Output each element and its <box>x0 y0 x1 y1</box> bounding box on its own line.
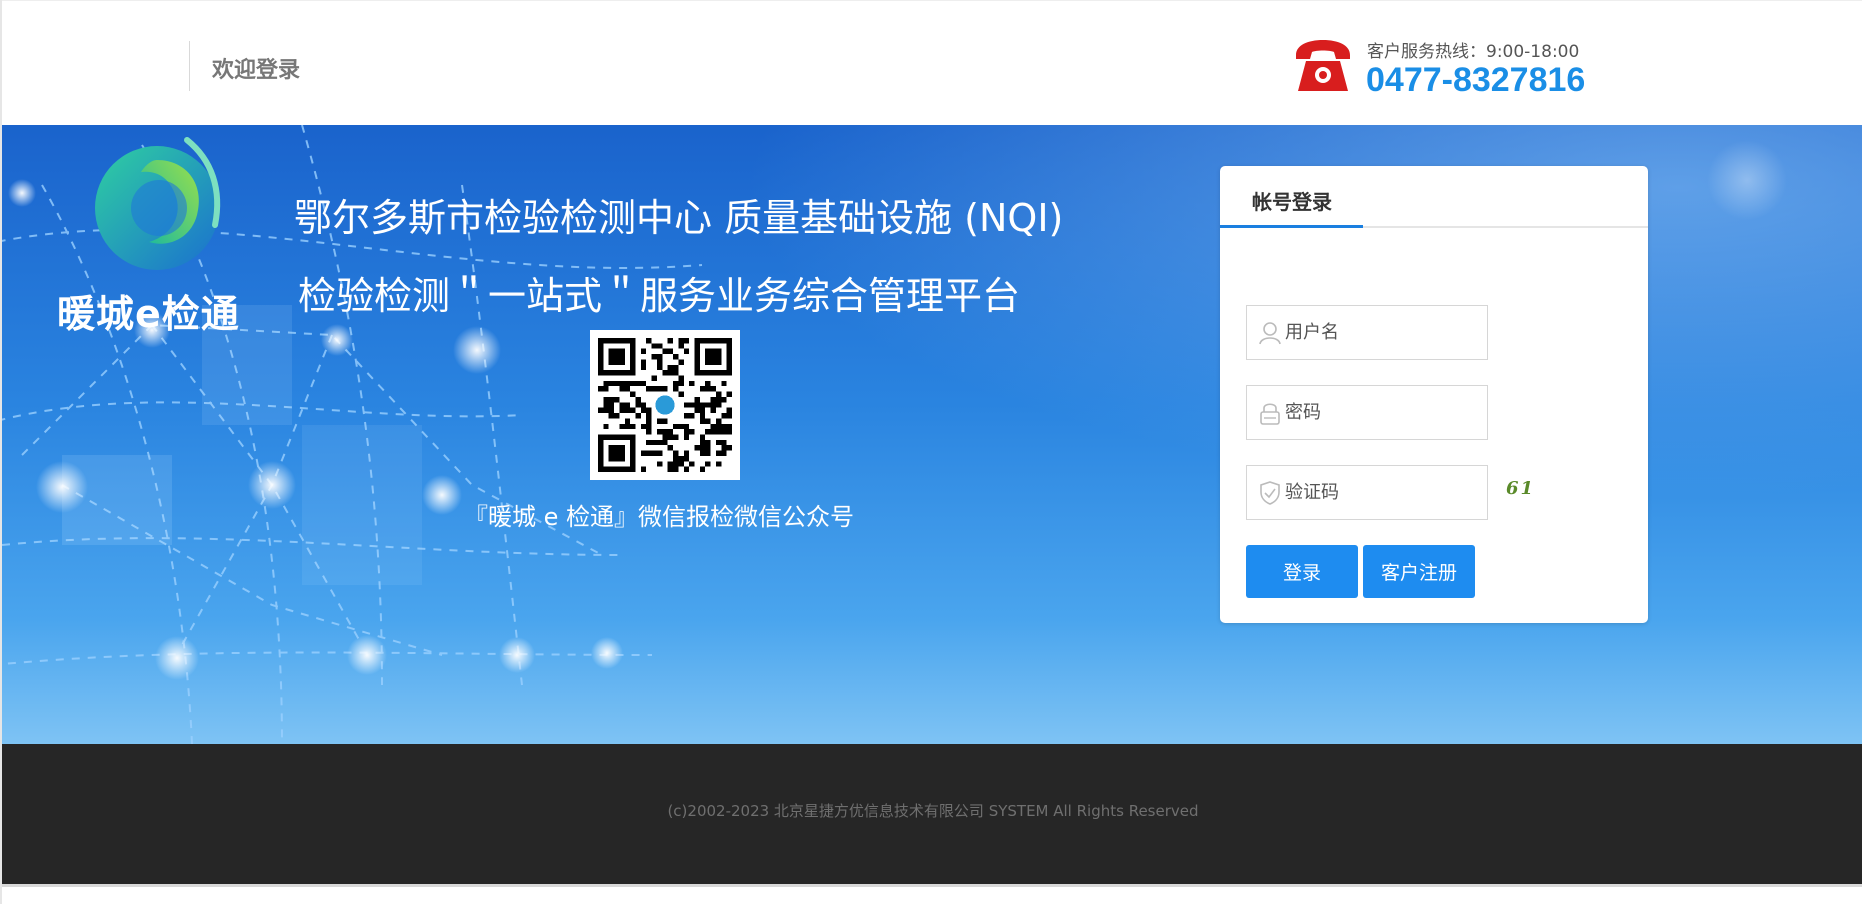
qr-code-icon <box>598 338 732 472</box>
qr-caption: 『暖城 e 检通』微信报检微信公众号 <box>464 503 855 531</box>
login-panel: 帐号登录 用户名 验证码 61 登录 客户注册 <box>1220 166 1648 623</box>
username-field <box>1246 305 1488 360</box>
captcha-field <box>1246 465 1488 520</box>
bottom-strip <box>2 884 1862 904</box>
user-icon <box>1259 322 1281 345</box>
password-field <box>1246 385 1488 440</box>
logo-swirl-icon <box>95 137 221 270</box>
login-button[interactable]: 登录 <box>1246 545 1358 598</box>
hotline-number: 0477-8327816 <box>1366 61 1586 99</box>
login-page: 欢迎登录 客户服务热线：9:00-18:00 0477-8327816 暖城e检… <box>0 0 1862 904</box>
logo: 暖城e检通 <box>57 130 257 336</box>
tab-account-login[interactable]: 帐号登录 <box>1220 166 1363 228</box>
telephone-icon <box>1296 40 1350 91</box>
register-button[interactable]: 客户注册 <box>1363 545 1475 598</box>
logo-name: 暖城e检通 <box>57 292 240 336</box>
wechat-qr-code <box>590 330 740 480</box>
lock-icon <box>1260 403 1280 425</box>
welcome-title: 欢迎登录 <box>212 58 301 83</box>
login-tabs: 帐号登录 <box>1220 166 1648 228</box>
password-input[interactable] <box>1285 386 1485 439</box>
footer: (c)2002-2023 北京星捷方优信息技术有限公司 SYSTEM All R… <box>2 744 1862 884</box>
header: 欢迎登录 客户服务热线：9:00-18:00 0477-8327816 <box>2 0 1862 125</box>
banner-title-line2: 检验检测＂一站式＂服务业务综合管理平台 <box>298 274 1021 318</box>
header-divider <box>189 41 190 91</box>
copyright-text: (c)2002-2023 北京星捷方优信息技术有限公司 SYSTEM All R… <box>667 802 1199 820</box>
tab-account-login-label: 帐号登录 <box>1252 190 1332 214</box>
captcha-input[interactable] <box>1285 466 1485 519</box>
banner-title-line1: 鄂尔多斯市检验检测中心 质量基础设施 (NQI) <box>294 196 1064 240</box>
banner: 暖城e检通 鄂尔多斯市检验检测中心 质量基础设施 (NQI) 检验检测＂一站式＂… <box>2 125 1862 744</box>
captcha-image[interactable]: 61 <box>1506 478 1586 508</box>
shield-check-icon <box>1260 481 1280 505</box>
username-input[interactable] <box>1285 306 1485 359</box>
hotline-label: 客户服务热线：9:00-18:00 <box>1367 42 1580 62</box>
